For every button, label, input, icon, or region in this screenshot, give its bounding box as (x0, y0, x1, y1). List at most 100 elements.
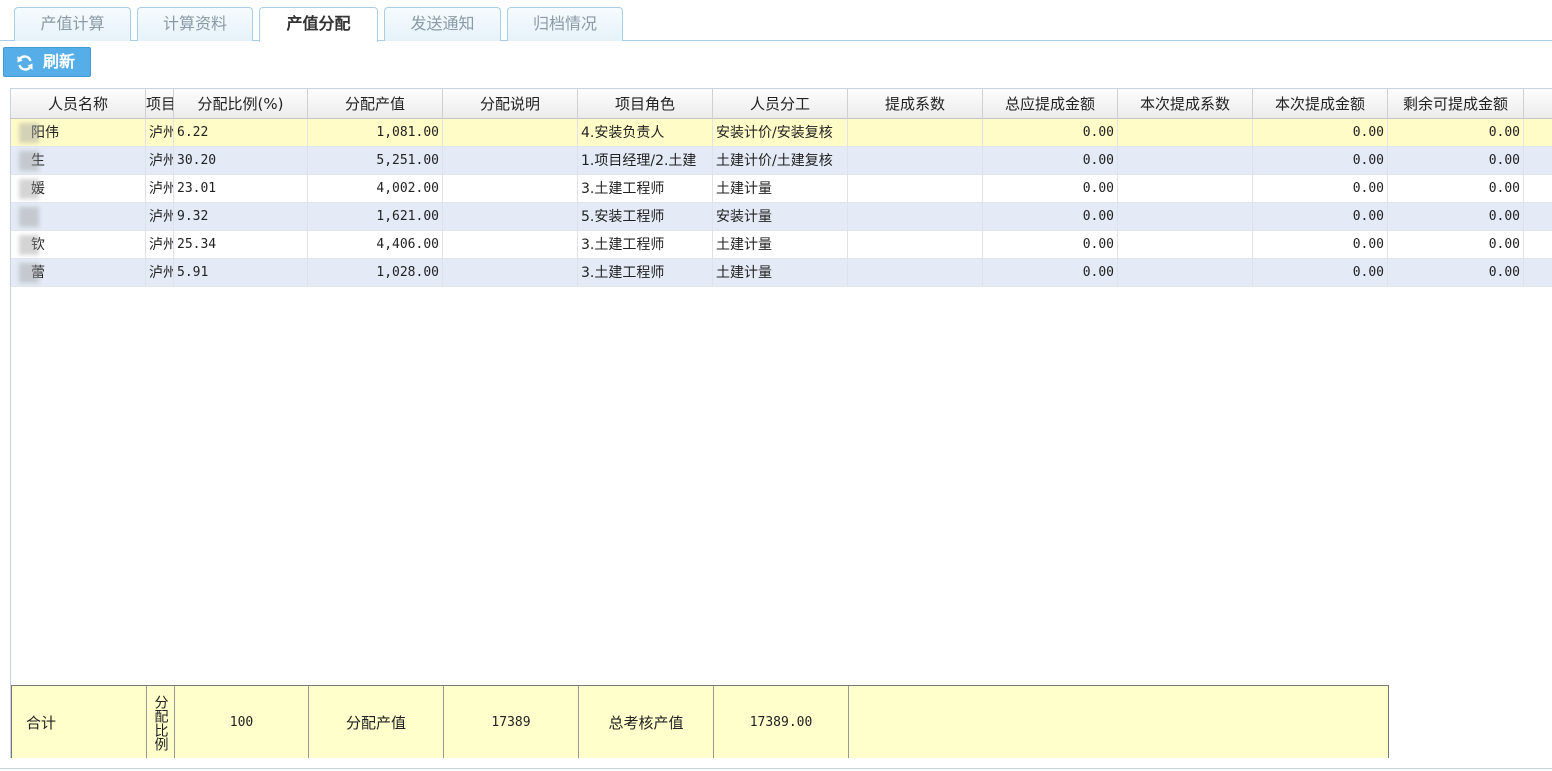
cell-division: 安装计量 (713, 203, 848, 231)
cell-cur-coef (1118, 203, 1253, 231)
cell-ratio: 9.32 (174, 203, 308, 231)
col-header-project[interactable]: 项目 (146, 89, 174, 119)
cell-role: 4.安装负责人 (578, 119, 713, 147)
cell-role: 3.土建工程师 (578, 175, 713, 203)
cell-ratio: 5.91 (174, 259, 308, 287)
table-row[interactable]: 媛 泸州 23.01 4,002.00 3.土建工程师 土建计量 0.00 0.… (11, 175, 1552, 203)
summary-assess-value: 17389.00 (714, 686, 849, 758)
allocation-grid: 人员名称 项目 分配比例(%) 分配产值 分配说明 项目角色 人员分工 提成系数… (10, 88, 1552, 758)
cell-coef (848, 259, 983, 287)
cell-coef (848, 175, 983, 203)
cell-role: 3.土建工程师 (578, 259, 713, 287)
cell-name: 钦 (11, 231, 146, 259)
table-row[interactable]: 阳伟 泸州 6.22 1,081.00 4.安装负责人 安装计价/安装复核 0.… (11, 119, 1552, 147)
cell-division: 土建计量 (713, 231, 848, 259)
cell-name: 阳伟 (11, 119, 146, 147)
cell-ratio: 30.20 (174, 147, 308, 175)
cell-cur-amount: 0.00 (1253, 203, 1388, 231)
redaction-blur (19, 123, 39, 143)
cell-project: 泸州 (146, 119, 174, 147)
cell-division: 安装计价/安装复核 (713, 119, 848, 147)
cell-cur-coef (1118, 231, 1253, 259)
tab-output-calc[interactable]: 产值计算 (14, 7, 131, 41)
cell-value: 1,621.00 (308, 203, 443, 231)
redaction-blur (19, 207, 39, 227)
cell-value: 4,002.00 (308, 175, 443, 203)
cell-desc (443, 231, 578, 259)
summary-assess-label: 总考核产值 (579, 686, 714, 758)
cell-value: 1,081.00 (308, 119, 443, 147)
col-header-desc[interactable]: 分配说明 (443, 89, 578, 119)
cell-ratio: 25.34 (174, 231, 308, 259)
col-header-division[interactable]: 人员分工 (713, 89, 848, 119)
bottom-divider (0, 768, 1552, 769)
col-header-remaining[interactable]: 剩余可提成金额 (1388, 89, 1524, 119)
cell-cur-amount: 0.00 (1253, 147, 1388, 175)
col-header-ratio[interactable]: 分配比例(%) (174, 89, 308, 119)
redaction-blur (19, 179, 39, 199)
cell-value: 5,251.00 (308, 147, 443, 175)
redaction-blur (19, 263, 39, 283)
table-row[interactable]: 钦 泸州 25.34 4,406.00 3.土建工程师 土建计量 0.00 0.… (11, 231, 1552, 259)
cell-name (11, 203, 146, 231)
summary-value-value: 17389 (444, 686, 579, 758)
summary-footer: 合计 分配比例 100 分配产值 17389 总考核产值 17389.00 (11, 685, 1389, 758)
cell-coef (848, 119, 983, 147)
summary-value-label: 分配产值 (309, 686, 444, 758)
cell-desc (443, 119, 578, 147)
col-header-total[interactable]: 总应提成金额 (983, 89, 1118, 119)
col-header-coef[interactable]: 提成系数 (848, 89, 983, 119)
table-row[interactable]: 生 泸州 30.20 5,251.00 1.项目经理/2.土建 土建计价/土建复… (11, 147, 1552, 175)
cell-project: 泸州 (146, 231, 174, 259)
tab-archive-status[interactable]: 归档情况 (507, 7, 623, 41)
cell-cur-amount: 0.00 (1253, 119, 1388, 147)
col-header-name[interactable]: 人员名称 (11, 89, 146, 119)
cell-cur-coef (1118, 119, 1253, 147)
col-header-cur-amount[interactable]: 本次提成金额 (1253, 89, 1388, 119)
refresh-button[interactable]: 刷新 (3, 47, 91, 77)
cell-role: 5.安装工程师 (578, 203, 713, 231)
cell-division: 土建计量 (713, 259, 848, 287)
summary-total-label: 合计 (12, 686, 147, 758)
tab-bar: 产值计算 计算资料 产值分配 发送通知 归档情况 (0, 0, 1552, 42)
tab-send-notice[interactable]: 发送通知 (384, 7, 501, 41)
cell-remaining: 0.00 (1388, 259, 1524, 287)
col-header-role[interactable]: 项目角色 (578, 89, 713, 119)
cell-coef (848, 203, 983, 231)
cell-division: 土建计价/土建复核 (713, 147, 848, 175)
cell-name: 生 (11, 147, 146, 175)
cell-name: 媛 (11, 175, 146, 203)
cell-total: 0.00 (983, 119, 1118, 147)
cell-cur-coef (1118, 259, 1253, 287)
cell-cur-amount: 0.00 (1253, 259, 1388, 287)
grid-header: 人员名称 项目 分配比例(%) 分配产值 分配说明 项目角色 人员分工 提成系数… (11, 89, 1552, 119)
redaction-blur (19, 151, 39, 171)
cell-total: 0.00 (983, 203, 1118, 231)
cell-remaining: 0.00 (1388, 147, 1524, 175)
cell-remaining: 0.00 (1388, 175, 1524, 203)
table-row[interactable]: 泸州 9.32 1,621.00 5.安装工程师 安装计量 0.00 0.00 … (11, 203, 1552, 231)
cell-name: 蕾 (11, 259, 146, 287)
cell-value: 1,028.00 (308, 259, 443, 287)
cell-total: 0.00 (983, 175, 1118, 203)
cell-role: 3.土建工程师 (578, 231, 713, 259)
cell-project: 泸州 (146, 175, 174, 203)
cell-role: 1.项目经理/2.土建 (578, 147, 713, 175)
cell-desc (443, 175, 578, 203)
cell-project: 泸州 (146, 203, 174, 231)
summary-ratio-value: 100 (175, 686, 309, 758)
cell-cur-coef (1118, 175, 1253, 203)
cell-project: 泸州 (146, 259, 174, 287)
cell-division: 土建计量 (713, 175, 848, 203)
col-header-value[interactable]: 分配产值 (308, 89, 443, 119)
cell-remaining: 0.00 (1388, 203, 1524, 231)
col-header-cur-coef[interactable]: 本次提成系数 (1118, 89, 1253, 119)
table-row[interactable]: 蕾 泸州 5.91 1,028.00 3.土建工程师 土建计量 0.00 0.0… (11, 259, 1552, 287)
cell-desc (443, 203, 578, 231)
tab-output-allocation[interactable]: 产值分配 (259, 7, 378, 42)
tab-calc-materials[interactable]: 计算资料 (137, 7, 253, 41)
refresh-label: 刷新 (43, 52, 76, 71)
cell-total: 0.00 (983, 147, 1118, 175)
cell-ratio: 23.01 (174, 175, 308, 203)
cell-cur-amount: 0.00 (1253, 175, 1388, 203)
